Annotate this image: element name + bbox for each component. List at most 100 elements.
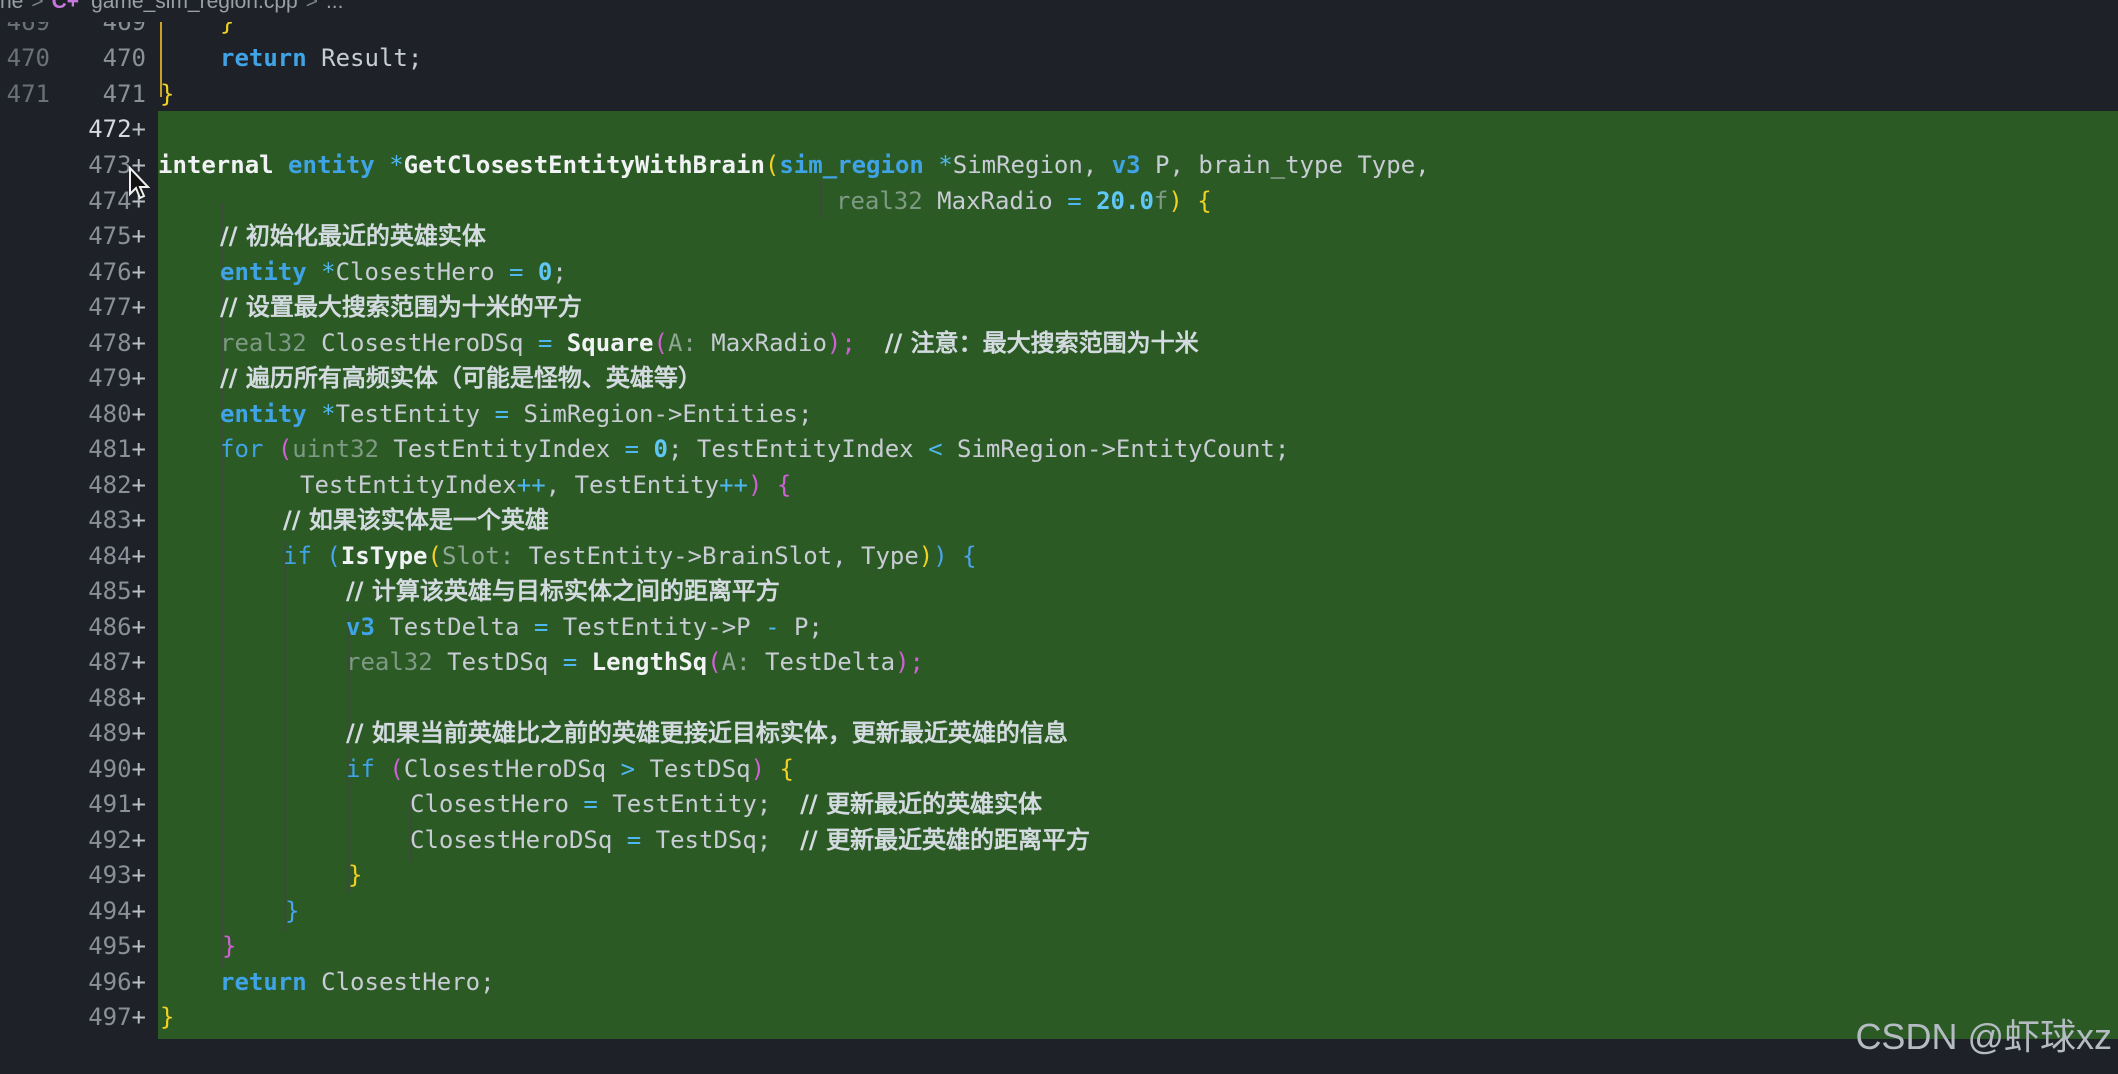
comment[interactable]: // 计算该英雄与目标实体之间的距离平方 bbox=[346, 573, 780, 609]
breadcrumb-file[interactable]: game_sim_region.cpp bbox=[91, 0, 298, 13]
breadcrumb: ne > C+ game_sim_region.cpp >... bbox=[0, 0, 2118, 22]
type-entity: entity bbox=[288, 151, 375, 179]
identifier: ClosestHero bbox=[410, 790, 584, 818]
line-number-value: 478 bbox=[88, 329, 132, 357]
line-number: 472+ bbox=[60, 111, 146, 147]
line-number-value: 475 bbox=[88, 222, 132, 250]
identifier: Result; bbox=[306, 44, 423, 72]
code-line[interactable]: if (ClosestHeroDSq > TestDSq) { bbox=[346, 751, 794, 787]
line-number-value: 490 bbox=[88, 755, 132, 783]
comment[interactable]: // 初始化最近的英雄实体 bbox=[220, 218, 486, 254]
paren: ) bbox=[933, 542, 948, 570]
function-call: Square bbox=[566, 329, 654, 357]
code-line[interactable]: return ClosestHero; bbox=[220, 964, 495, 1000]
code-line[interactable]: internal entity *GetClosestEntityWithBra… bbox=[158, 147, 1430, 183]
function-call: LengthSq bbox=[591, 648, 708, 676]
type-v3: v3 bbox=[1111, 151, 1141, 179]
code-line[interactable]: return Result; bbox=[220, 40, 422, 76]
operator: = bbox=[537, 329, 553, 357]
keyword-return: return bbox=[220, 44, 307, 72]
operator: = bbox=[624, 435, 640, 463]
diff-plus-marker: + bbox=[131, 755, 146, 783]
type-v3: v3 bbox=[346, 613, 375, 641]
code-line[interactable]: ClosestHeroDSq = TestDSq; // 更新最近英雄的距离平方 bbox=[410, 822, 1090, 858]
operator: = bbox=[1067, 187, 1082, 215]
code-line[interactable]: for (uint32 TestEntityIndex = 0; TestEnt… bbox=[220, 431, 1289, 467]
paren: ( bbox=[389, 755, 404, 783]
paren: ( bbox=[707, 648, 722, 676]
keyword-internal: internal bbox=[158, 151, 274, 179]
code-line[interactable]: TestEntityIndex++, TestEntity++) { bbox=[300, 467, 791, 503]
number: 0 bbox=[639, 435, 668, 463]
code-line[interactable]: real32 MaxRadio = 20.0f) { bbox=[836, 183, 1212, 219]
diff-plus-marker: + bbox=[131, 1003, 146, 1031]
line-number-value: 473 bbox=[88, 151, 132, 179]
type-real32: real32 bbox=[346, 648, 433, 676]
code-editor[interactable]: 469 470 471 469 470 471 472+ 473+ 474+ 4… bbox=[0, 8, 2118, 1074]
line-number-value: 487 bbox=[88, 648, 132, 676]
operator: * bbox=[938, 151, 953, 179]
line-number: 496+ bbox=[60, 964, 146, 1000]
operator: = bbox=[533, 613, 549, 641]
operator: * bbox=[389, 151, 404, 179]
diff-plus-marker: + bbox=[131, 613, 146, 641]
line-number: 475+ bbox=[60, 218, 146, 254]
line-number: 480+ bbox=[60, 396, 146, 432]
mouse-cursor-icon bbox=[129, 166, 150, 200]
code-line[interactable]: } bbox=[285, 893, 299, 929]
comment[interactable]: // 遍历所有高频实体（可能是怪物、英雄等） bbox=[220, 360, 702, 396]
code-line[interactable]: } bbox=[160, 999, 174, 1035]
operator: = bbox=[562, 648, 578, 676]
code-line[interactable]: } bbox=[348, 857, 362, 893]
identifier: TestDelta bbox=[750, 648, 896, 676]
paren: ) bbox=[918, 542, 934, 570]
identifier: MaxRadio bbox=[696, 329, 827, 357]
diff-plus-marker: + bbox=[131, 258, 146, 286]
code-line[interactable]: } bbox=[160, 76, 174, 112]
identifier: SimRegion->Entities; bbox=[509, 400, 813, 428]
code-line[interactable]: if (IsType(Slot: TestEntity->BrainSlot, … bbox=[283, 538, 977, 574]
comment: // 更新最近的英雄实体 bbox=[800, 790, 1043, 818]
line-number-value: 486 bbox=[88, 613, 132, 641]
code-line[interactable]: entity *ClosestHero = 0; bbox=[220, 254, 567, 290]
identifier: MaxRadio bbox=[922, 187, 1068, 215]
identifier: ClosestHero bbox=[335, 258, 509, 286]
function-name: GetClosestEntityWithBrain bbox=[403, 151, 765, 179]
code-line[interactable]: entity *TestEntity = SimRegion->Entities… bbox=[220, 396, 812, 432]
type-real32: real32 bbox=[836, 187, 923, 215]
breadcrumb-prefix[interactable]: ne bbox=[0, 0, 23, 13]
comment[interactable]: // 设置最大搜索范围为十米的平方 bbox=[220, 289, 582, 325]
identifier: SimRegion->EntityCount; bbox=[942, 435, 1290, 463]
line-number: 482+ bbox=[60, 467, 146, 503]
line-number-value: 476 bbox=[88, 258, 132, 286]
line-number: 497+ bbox=[60, 999, 146, 1035]
line-number: 479+ bbox=[60, 360, 146, 396]
line-number-value: 483 bbox=[88, 506, 132, 534]
line-number-value: 497 bbox=[88, 1003, 132, 1031]
comment[interactable]: // 如果当前英雄比之前的英雄更接近目标实体，更新最近英雄的信息 bbox=[346, 715, 1068, 751]
comment[interactable]: // 如果该实体是一个英雄 bbox=[283, 502, 549, 538]
code-line[interactable]: real32 ClosestHeroDSq = Square(A: MaxRad… bbox=[220, 325, 1199, 361]
indent-guide bbox=[284, 542, 286, 932]
param-hint: Slot: bbox=[441, 542, 515, 570]
line-number: 493+ bbox=[60, 857, 146, 893]
line-number: 483+ bbox=[60, 502, 146, 538]
code-line[interactable]: } bbox=[222, 928, 236, 964]
code-line[interactable]: ClosestHero = TestEntity; // 更新最近的英雄实体 bbox=[410, 786, 1042, 822]
line-number-value: 480 bbox=[88, 400, 132, 428]
code-line[interactable]: v3 TestDelta = TestEntity->P - P; bbox=[346, 609, 823, 645]
diff-plus-marker: + bbox=[131, 471, 146, 499]
line-number: 494+ bbox=[60, 893, 146, 929]
line-number: 489+ bbox=[60, 715, 146, 751]
line-number: 492+ bbox=[60, 822, 146, 858]
diff-plus-marker: + bbox=[131, 542, 146, 570]
comment: // 注意：最大搜索范围为十米 bbox=[884, 329, 1199, 357]
breadcrumb-ellipsis[interactable]: ... bbox=[326, 0, 344, 13]
number-suffix: f bbox=[1153, 187, 1169, 215]
param-hint: A: bbox=[667, 329, 697, 357]
indent-guide bbox=[820, 182, 822, 218]
diff-plus-marker: + bbox=[131, 435, 146, 463]
code-line[interactable]: real32 TestDSq = LengthSq(A: TestDelta); bbox=[346, 644, 924, 680]
diff-plus-marker: + bbox=[131, 293, 146, 321]
line-number-value: 493 bbox=[88, 861, 132, 889]
